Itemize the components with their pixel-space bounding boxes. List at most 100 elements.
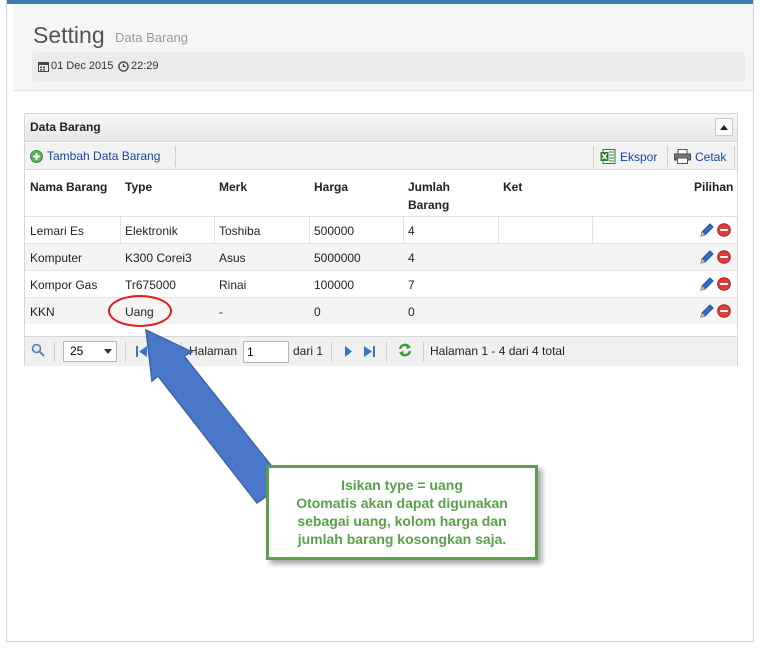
- grid-toolbar: Tambah Data Barang Ekspor Cetak: [25, 143, 737, 170]
- pager-separator: [423, 342, 424, 362]
- highlight-circle: [108, 295, 172, 327]
- date-bar: 01 Dec 2015 22:29: [32, 52, 745, 81]
- row-actions: [699, 250, 731, 265]
- cell-nama: Komputer: [30, 251, 83, 265]
- edit-pencil-icon[interactable]: [699, 277, 714, 292]
- column-header-harga[interactable]: Harga: [314, 178, 348, 196]
- page-subtitle: Data Barang: [115, 30, 188, 45]
- pager-separator: [181, 342, 182, 362]
- page-of-label: dari 1: [293, 344, 324, 358]
- cell-jumlah: 4: [408, 251, 415, 265]
- print-label: Cetak: [695, 149, 727, 164]
- pager-separator: [386, 342, 387, 362]
- first-page-button[interactable]: [135, 345, 148, 361]
- search-icon: [31, 343, 45, 357]
- column-divider: [120, 217, 121, 244]
- cell-merk: Asus: [219, 251, 246, 265]
- table-row[interactable]: Lemari Es Elektronik Toshiba 500000 4: [25, 216, 737, 244]
- add-item-button[interactable]: Tambah Data Barang: [30, 149, 160, 163]
- cell-type: Tr675000: [125, 278, 176, 292]
- column-header-jumlah[interactable]: Jumlah Barang: [408, 178, 450, 214]
- clock-icon: [118, 60, 129, 72]
- cell-harga: 500000: [314, 224, 355, 238]
- column-divider: [309, 217, 310, 244]
- chevron-down-icon: [104, 349, 112, 354]
- column-divider: [403, 217, 404, 244]
- export-label: Ekspor: [620, 149, 658, 164]
- page-size-select[interactable]: 25: [63, 341, 117, 362]
- cell-harga: 100000: [314, 278, 355, 292]
- toolbar-separator: [175, 146, 176, 167]
- refresh-icon: [398, 343, 412, 357]
- data-barang-panel: Data Barang Tambah Data Barang Ekspor Ce…: [24, 113, 738, 366]
- column-header-jumlah-line2: Barang: [408, 198, 450, 212]
- cell-merk: -: [219, 305, 223, 319]
- toolbar-separator: [667, 146, 668, 167]
- delete-icon[interactable]: [717, 223, 731, 237]
- cell-type: K300 Corei3: [125, 251, 192, 265]
- cell-nama: KKN: [30, 305, 55, 319]
- row-actions: [699, 223, 731, 238]
- column-divider: [592, 217, 593, 244]
- cell-type: Elektronik: [125, 224, 178, 238]
- column-divider: [498, 217, 499, 244]
- callout-line: sebagai uang, kolom harga dan: [297, 513, 507, 529]
- annotation-callout: Isikan type = uang Otomatis akan dapat d…: [266, 465, 538, 560]
- cell-merk: Toshiba: [219, 224, 261, 238]
- delete-icon[interactable]: [717, 250, 731, 264]
- grid-pager: 25 Halaman dari 1: [25, 336, 737, 366]
- time-display: 22:29: [118, 60, 159, 72]
- edit-pencil-icon[interactable]: [699, 250, 714, 265]
- column-header-pilihan: Pilihan: [694, 180, 734, 194]
- time-text: 22:29: [131, 60, 159, 72]
- page-title: Setting: [33, 22, 105, 48]
- page-size-value: 25: [70, 344, 84, 358]
- cell-jumlah: 0: [408, 305, 415, 319]
- edit-pencil-icon[interactable]: [699, 223, 714, 238]
- column-divider: [214, 217, 215, 244]
- panel-title-bar: Data Barang: [25, 114, 737, 142]
- page-label: Halaman: [189, 344, 238, 358]
- cell-jumlah: 7: [408, 278, 415, 292]
- printer-icon: [674, 149, 691, 164]
- collapse-button[interactable]: [715, 118, 733, 136]
- row-actions: [699, 304, 731, 319]
- page-number-input[interactable]: [243, 341, 289, 363]
- date-display: 01 Dec 2015: [38, 60, 113, 72]
- column-header-ket[interactable]: Ket: [503, 178, 522, 196]
- callout-line: Otomatis akan dapat digunakan: [296, 495, 508, 511]
- export-button[interactable]: Ekspor: [600, 149, 657, 164]
- add-circle-icon: [30, 149, 43, 163]
- print-button[interactable]: Cetak: [674, 149, 726, 164]
- cell-nama: Lemari Es: [30, 224, 85, 238]
- cell-harga: 5000000: [314, 251, 361, 265]
- cell-harga: 0: [314, 305, 321, 319]
- refresh-button[interactable]: [397, 343, 413, 360]
- date-text: 01 Dec 2015: [51, 60, 114, 72]
- next-page-button[interactable]: [343, 345, 353, 361]
- add-item-label: Tambah Data Barang: [47, 149, 161, 163]
- table-row[interactable]: Kompor Gas Tr675000 Rinai 100000 7: [25, 270, 737, 297]
- callout-line: jumlah barang kosongkan saja.: [297, 531, 507, 547]
- cell-merk: Rinai: [219, 278, 247, 292]
- last-page-button[interactable]: [363, 345, 376, 361]
- callout-line: Isikan type = uang: [341, 477, 463, 493]
- column-header-type[interactable]: Type: [125, 178, 152, 196]
- cell-nama: Kompor Gas: [30, 278, 98, 292]
- edit-pencil-icon[interactable]: [699, 304, 714, 319]
- triangle-up-icon: [720, 124, 728, 130]
- pager-summary: Halaman 1 - 4 dari 4 total: [430, 344, 565, 358]
- delete-icon[interactable]: [717, 277, 731, 291]
- first-page-icon: [136, 346, 147, 357]
- column-header-merk[interactable]: Merk: [219, 178, 247, 196]
- delete-icon[interactable]: [717, 304, 731, 318]
- search-button[interactable]: [31, 343, 45, 360]
- table-row[interactable]: Komputer K300 Corei3 Asus 5000000 4: [25, 243, 737, 270]
- row-actions: [699, 277, 731, 292]
- column-header-nama[interactable]: Nama Barang: [30, 178, 107, 196]
- calendar-icon: [38, 61, 49, 72]
- cell-jumlah: 4: [408, 224, 415, 238]
- excel-icon: [600, 149, 616, 164]
- column-header-jumlah-line1: Jumlah: [408, 180, 451, 194]
- last-page-icon: [364, 346, 375, 357]
